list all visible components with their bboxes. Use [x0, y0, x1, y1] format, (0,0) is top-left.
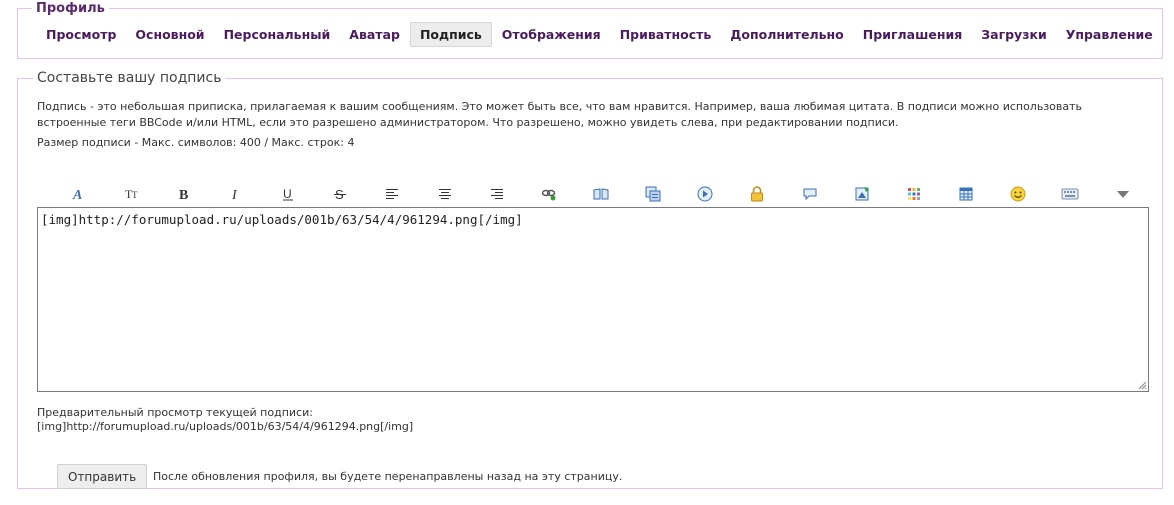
tab-additional[interactable]: Дополнительно — [721, 22, 853, 47]
tab-privacy[interactable]: Приватность — [611, 22, 721, 47]
signature-section: Составьте вашу подпись Подпись - это неб… — [17, 70, 1163, 489]
hide-icon[interactable] — [747, 184, 767, 204]
keyboard-icon[interactable] — [1060, 184, 1080, 204]
resize-grip-icon[interactable] — [1137, 380, 1147, 390]
tab-avatar[interactable]: Аватар — [340, 22, 409, 47]
tab-management[interactable]: Управление — [1057, 22, 1162, 47]
bold-icon[interactable]: B — [174, 184, 194, 204]
tab-uploads[interactable]: Загрузки — [972, 22, 1055, 47]
signature-legend: Составьте вашу подпись — [33, 70, 226, 87]
smiley-icon[interactable] — [1008, 184, 1028, 204]
preview-body: [img]http://forumupload.ru/uploads/001b/… — [37, 420, 414, 433]
video-icon[interactable] — [695, 184, 715, 204]
svg-text:T: T — [132, 190, 138, 200]
tab-view[interactable]: Просмотр — [37, 22, 125, 47]
table-icon[interactable] — [956, 184, 976, 204]
font-icon[interactable]: A — [69, 184, 89, 204]
speech-bubble-icon[interactable] — [800, 184, 820, 204]
italic-icon[interactable]: I — [226, 184, 246, 204]
signature-description: Подпись - это небольшая приписка, прилаг… — [37, 100, 1083, 129]
color-palette-icon[interactable] — [904, 184, 924, 204]
profile-section: Профиль Просмотр Основной Персональный А… — [17, 1, 1163, 59]
profile-tabs: Просмотр Основной Персональный Аватар По… — [37, 22, 1163, 47]
more-dropdown-icon[interactable] — [1113, 184, 1133, 204]
submit-button[interactable]: Отправить — [57, 464, 148, 489]
profile-legend: Профиль — [32, 1, 109, 17]
tab-essentials[interactable]: Основной — [126, 22, 213, 47]
bbcode-toolbar: A TT B I U S — [37, 184, 1137, 204]
svg-text:B: B — [179, 188, 188, 201]
signature-limits: Размер подписи - Макс. символов: 400 / М… — [37, 136, 355, 149]
strikethrough-icon[interactable]: S — [330, 184, 350, 204]
tab-signature[interactable]: Подпись — [409, 22, 492, 47]
tab-invitations[interactable]: Приглашения — [854, 22, 971, 47]
redirect-note: После обновления профиля, вы будете пере… — [153, 470, 623, 483]
preview-label: Предварительный просмотр текущей подписи… — [37, 406, 313, 419]
align-left-icon[interactable] — [382, 184, 402, 204]
link-icon[interactable] — [539, 184, 559, 204]
quote-icon[interactable] — [591, 184, 611, 204]
underline-icon[interactable]: U — [278, 184, 298, 204]
image-icon[interactable] — [852, 184, 872, 204]
code-icon[interactable] — [643, 184, 663, 204]
svg-text:U: U — [283, 187, 292, 201]
tab-personal[interactable]: Персональный — [215, 22, 340, 47]
tab-display[interactable]: Отображения — [493, 22, 610, 47]
svg-text:A: A — [72, 188, 82, 201]
signature-editor[interactable]: [img]http://forumupload.ru/uploads/001b/… — [37, 207, 1149, 392]
svg-text:I: I — [231, 188, 238, 201]
align-center-icon[interactable] — [435, 184, 455, 204]
align-right-icon[interactable] — [487, 184, 507, 204]
font-size-icon[interactable]: TT — [122, 184, 142, 204]
